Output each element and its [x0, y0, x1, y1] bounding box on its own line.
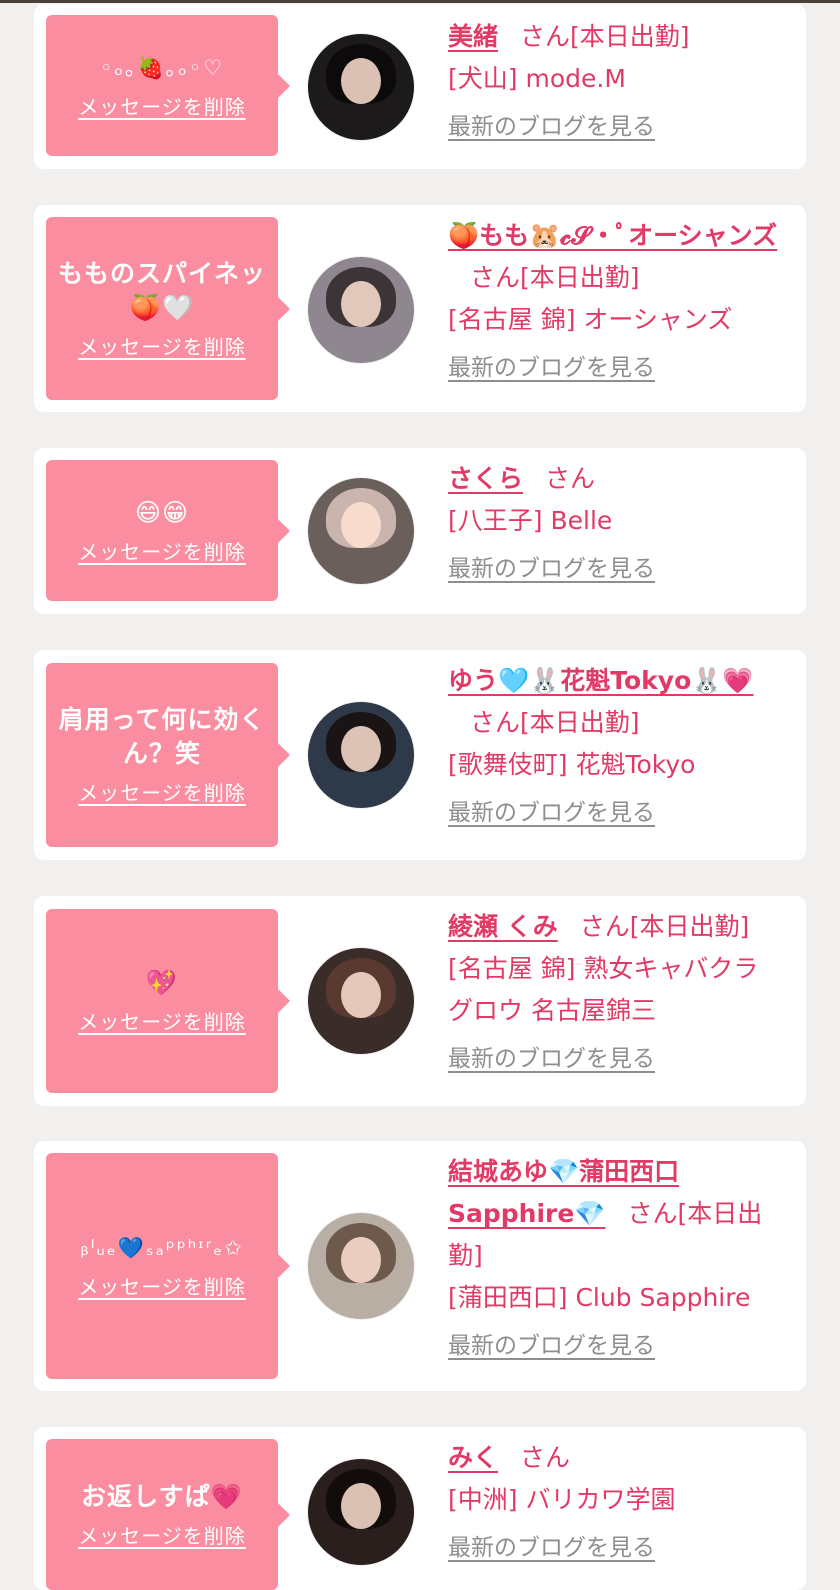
cast-info: みく さん [中洲] バリカワ学園 最新のブログを見る: [448, 1437, 788, 1565]
delete-message-link[interactable]: メッセージを削除: [78, 538, 246, 566]
honorific: さん: [545, 464, 596, 493]
shop-line: [八王子] Belle: [448, 500, 788, 542]
area-label: [名古屋 錦]: [448, 954, 576, 983]
cast-info: ゆう🩵🐰花魁Tokyo🐰💗 さん[本日出勤] [歌舞伎町] 花魁Tokyo 最新の…: [448, 660, 788, 830]
area-label: [八王子]: [448, 506, 543, 535]
delete-message-link[interactable]: メッセージを削除: [78, 1522, 246, 1550]
message-text: 😄😁: [134, 497, 190, 527]
latest-blog-link[interactable]: 最新のブログを見る: [448, 1042, 655, 1076]
message-card: ◦ₒ｡🍓｡ₒ◦♡ メッセージを削除 美緒 さん[本日出勤] [犬山] mode.M…: [34, 4, 806, 169]
cast-name-link[interactable]: 綾瀬 くみ: [448, 912, 558, 941]
honorific: さん: [579, 912, 630, 941]
message-text: 💖: [145, 968, 179, 997]
avatar[interactable]: [308, 257, 414, 363]
message-bubble: ◦ₒ｡🍓｡ₒ◦♡ メッセージを削除: [46, 15, 290, 156]
message-bubble: 💖 メッセージを削除: [46, 909, 290, 1093]
message-text: お返しすぱ💗: [81, 1481, 243, 1511]
cast-info: 綾瀬 くみ さん[本日出勤] [名古屋 錦] 熟女キャバクラ グロウ 名古屋錦三 …: [448, 906, 788, 1076]
shop-name: 花魁Tokyo: [575, 750, 696, 779]
delete-message-link[interactable]: メッセージを削除: [78, 1008, 246, 1036]
latest-blog-link[interactable]: 最新のブログを見る: [448, 1329, 655, 1363]
shop-line: [犬山] mode.M: [448, 58, 788, 100]
message-text: 肩用って何に効くん？笑: [58, 705, 266, 768]
area-label: [蒲田西口]: [448, 1283, 568, 1312]
shop-line: [蒲田西口] Club Sapphire: [448, 1277, 788, 1319]
attendance-status: [本日出勤]: [629, 912, 750, 941]
area-label: [名古屋 錦]: [448, 305, 576, 334]
cast-info: 🍑もも🐹𝓬𝓢·ﾟオーシャンズさん[本日出勤] [名古屋 錦] オーシャンズ 最新…: [448, 215, 788, 385]
honorific: さん: [470, 708, 521, 737]
shop-name: Belle: [550, 506, 613, 535]
message-bubble: 肩用って何に効くん？笑 メッセージを削除: [46, 663, 290, 847]
honorific: さん: [520, 22, 571, 51]
latest-blog-link[interactable]: 最新のブログを見る: [448, 552, 655, 586]
attendance-status: [本日出勤]: [570, 22, 690, 51]
honorific: さん: [470, 263, 521, 292]
latest-blog-link[interactable]: 最新のブログを見る: [448, 1531, 655, 1565]
cast-name-link[interactable]: ゆう🩵🐰花魁Tokyo🐰💗: [448, 666, 754, 695]
message-card: ᵦˡᵤₑ💙ₛₐᵖᵖʰᶦʳₑ✩ メッセージを削除 結城あゆ💎蒲田西口Sapphir…: [34, 1141, 806, 1391]
message-card: 💖 メッセージを削除 綾瀬 くみ さん[本日出勤] [名古屋 錦] 熟女キャバクラ…: [34, 896, 806, 1106]
cast-name-link[interactable]: 美緒: [448, 22, 498, 51]
message-bubble: ᵦˡᵤₑ💙ₛₐᵖᵖʰᶦʳₑ✩ メッセージを削除: [46, 1153, 290, 1379]
shop-name: オーシャンズ: [583, 305, 733, 334]
message-text: ◦ₒ｡🍓｡ₒ◦♡: [99, 55, 225, 80]
shop-name: Club Sapphire: [575, 1283, 751, 1312]
cast-name-link[interactable]: みく: [448, 1443, 498, 1472]
shop-line: [名古屋 錦] 熟女キャバクラ グロウ 名古屋錦三: [448, 948, 788, 1032]
message-bubble: 😄😁 メッセージを削除: [46, 460, 290, 601]
message-text: もものスパイネッ🍑🤍: [57, 258, 266, 322]
latest-blog-link[interactable]: 最新のブログを見る: [448, 796, 655, 830]
shop-line: [名古屋 錦] オーシャンズ: [448, 299, 788, 341]
avatar[interactable]: [308, 478, 414, 584]
latest-blog-link[interactable]: 最新のブログを見る: [448, 110, 655, 144]
delete-message-link[interactable]: メッセージを削除: [78, 1273, 246, 1301]
message-card: もものスパイネッ🍑🤍 メッセージを削除 🍑もも🐹𝓬𝓢·ﾟオーシャンズさん[本日出…: [34, 205, 806, 412]
cast-info: 結城あゆ💎蒲田西口Sapphire💎 さん[本日出勤] [蒲田西口] Club S…: [448, 1151, 788, 1363]
area-label: [犬山]: [448, 64, 518, 93]
area-label: [中洲]: [448, 1485, 518, 1514]
avatar[interactable]: [308, 948, 414, 1054]
shop-line: [中洲] バリカワ学園: [448, 1479, 788, 1521]
message-bubble: もものスパイネッ🍑🤍 メッセージを削除: [46, 217, 290, 400]
latest-blog-link[interactable]: 最新のブログを見る: [448, 351, 655, 385]
attendance-status: [本日出勤]: [520, 263, 640, 292]
honorific: さん: [520, 1443, 571, 1472]
cast-info: 美緒 さん[本日出勤] [犬山] mode.M 最新のブログを見る: [448, 16, 788, 144]
shop-name: mode.M: [525, 64, 626, 93]
shop-name: バリカワ学園: [525, 1485, 676, 1514]
area-label: [歌舞伎町]: [448, 750, 568, 779]
top-border: [0, 0, 840, 3]
message-card: 😄😁 メッセージを削除 さくら さん [八王子] Belle 最新のブログを見る: [34, 448, 806, 614]
cast-info: さくら さん [八王子] Belle 最新のブログを見る: [448, 458, 788, 586]
avatar[interactable]: [308, 1213, 414, 1319]
cast-name-link[interactable]: 🍑もも🐹𝓬𝓢·ﾟオーシャンズ: [448, 221, 777, 250]
message-card: お返しすぱ💗 メッセージを削除 みく さん [中洲] バリカワ学園 最新のブログを…: [34, 1427, 806, 1590]
message-text: ᵦˡᵤₑ💙ₛₐᵖᵖʰᶦʳₑ✩: [80, 1236, 244, 1260]
avatar[interactable]: [308, 34, 414, 140]
delete-message-link[interactable]: メッセージを削除: [78, 93, 246, 121]
attendance-status: [本日出勤]: [520, 708, 640, 737]
avatar[interactable]: [308, 1459, 414, 1565]
avatar[interactable]: [308, 702, 414, 808]
honorific: さん: [627, 1199, 678, 1228]
message-bubble: お返しすぱ💗 メッセージを削除: [46, 1439, 290, 1590]
delete-message-link[interactable]: メッセージを削除: [78, 333, 246, 361]
cast-name-link[interactable]: さくら: [448, 464, 523, 493]
delete-message-link[interactable]: メッセージを削除: [78, 779, 246, 807]
shop-line: [歌舞伎町] 花魁Tokyo: [448, 744, 788, 786]
message-card: 肩用って何に効くん？笑 メッセージを削除 ゆう🩵🐰花魁Tokyo🐰💗 さん[本日出…: [34, 650, 806, 860]
